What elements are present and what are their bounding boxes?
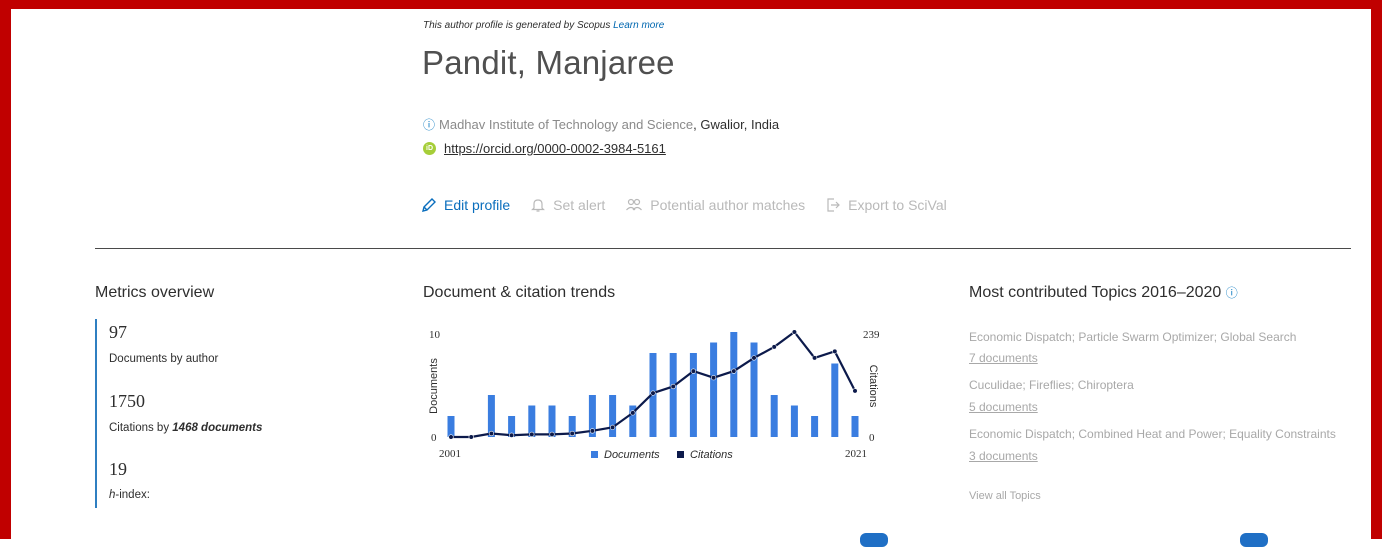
citations-point[interactable] — [630, 410, 636, 416]
trend-chart[interactable]: 10 0 239 0 2001 2021 Documents Citations… — [423, 322, 893, 477]
legend-documents-label: Documents — [604, 449, 660, 461]
documents-bar[interactable] — [447, 416, 455, 437]
hindex-label-rest: -index: — [115, 489, 150, 501]
topics-title: Most contributed Topics 2016–2020 ⓘ — [969, 284, 1238, 302]
potential-author-matches-button[interactable]: Potential author matches — [625, 197, 805, 213]
documents-bar[interactable] — [770, 395, 778, 437]
institution-link[interactable]: Madhav Institute of Technology and Scien… — [439, 117, 693, 132]
y2-tick-bottom: 0 — [869, 432, 875, 444]
export-label: Export to SciVal — [848, 197, 947, 213]
set-alert-button[interactable]: Set alert — [530, 197, 605, 213]
documents-bar[interactable] — [487, 395, 495, 437]
topics-title-text: Most contributed Topics 2016–2020 — [969, 284, 1222, 301]
citations-point[interactable] — [832, 348, 838, 354]
trend-chart-svg: 10 0 239 0 2001 2021 Documents Citations… — [428, 329, 880, 461]
citations-point[interactable] — [448, 434, 454, 440]
citations-count: 1750 — [109, 391, 145, 411]
citations-label-pre: Citations by — [109, 422, 173, 434]
documents-bar[interactable] — [811, 416, 819, 437]
citations-point[interactable] — [488, 430, 494, 437]
topic-3-name[interactable]: Economic Dispatch; Combined Heat and Pow… — [969, 427, 1336, 441]
citations-point[interactable] — [569, 430, 575, 437]
documents-bar[interactable] — [851, 416, 859, 437]
edit-profile-label: Edit profile — [444, 197, 511, 213]
bell-icon — [531, 199, 546, 212]
citations-documents-link[interactable]: 1468 documents — [172, 422, 262, 434]
set-alert-label: Set alert — [553, 197, 606, 213]
orcid-row: iD https://orcid.org/0000-0002-3984-5161 — [423, 141, 666, 156]
citations-point[interactable] — [589, 428, 595, 434]
x-tick-first: 2001 — [439, 448, 461, 460]
y-tick-bottom: 0 — [431, 432, 437, 444]
profile-actions: Edit profile Set alert Potential author … — [421, 197, 967, 213]
legend-documents-swatch — [591, 451, 598, 458]
people-icon — [626, 198, 643, 211]
trends-title: Document & citation trends — [423, 284, 616, 301]
topic-3-docs-link[interactable]: 3 documents — [969, 449, 1038, 463]
affiliation: ⓘ Madhav Institute of Technology and Scie… — [423, 116, 779, 133]
citations-point[interactable] — [771, 344, 777, 350]
affiliation-location: , Gwalior, India — [693, 117, 780, 132]
info-circle-icon[interactable]: ⓘ — [423, 118, 435, 132]
hindex-value: 19 — [109, 459, 127, 479]
legend-citations-swatch — [677, 451, 684, 458]
documents-bar[interactable] — [669, 353, 677, 437]
orcid-icon: iD — [423, 142, 436, 155]
metrics-overview-title: Metrics overview — [95, 284, 215, 301]
info-circle-icon[interactable]: ⓘ — [1226, 286, 1238, 300]
section-divider — [95, 248, 1351, 249]
documents-bar[interactable] — [710, 342, 718, 438]
bars-group — [447, 332, 859, 438]
topic-2-docs-link[interactable]: 5 documents — [969, 400, 1038, 414]
x-tick-last: 2021 — [845, 448, 867, 460]
documents-bar[interactable] — [689, 353, 697, 437]
info-toggle-button[interactable] — [860, 533, 888, 547]
y-axis-label: Documents — [428, 358, 440, 414]
citations-point[interactable] — [529, 431, 535, 437]
topic-1-name[interactable]: Economic Dispatch; Particle Swarm Optimi… — [969, 330, 1296, 344]
citations-point[interactable] — [549, 431, 555, 437]
metrics-panel: 97 Documents by author 1750 Citations by… — [95, 319, 327, 508]
info-toggle-button[interactable] — [1240, 533, 1268, 547]
y-tick-top: 10 — [429, 329, 441, 341]
orcid-link[interactable]: https://orcid.org/0000-0002-3984-5161 — [444, 141, 666, 156]
export-icon — [827, 198, 841, 212]
citations-point[interactable] — [670, 383, 676, 390]
citations-point[interactable] — [751, 355, 757, 361]
y2-tick-top: 239 — [863, 329, 880, 341]
citations-point[interactable] — [711, 375, 717, 381]
citations-point[interactable] — [690, 368, 697, 374]
documents-bar[interactable] — [831, 363, 839, 438]
documents-bar[interactable] — [609, 395, 617, 437]
citations-point[interactable] — [812, 355, 818, 361]
citations-point[interactable] — [650, 390, 656, 396]
legend-citations-label: Citations — [690, 449, 733, 461]
documents-count: 97 — [109, 322, 127, 342]
citations-point[interactable] — [731, 368, 737, 374]
author-name: Pandit, Manjaree — [422, 44, 675, 81]
view-all-topics-link[interactable]: View all Topics — [969, 490, 1041, 502]
hindex-label: h-index: — [109, 489, 150, 501]
citations-point[interactable] — [610, 424, 616, 430]
citations-point[interactable] — [508, 432, 515, 438]
citations-point[interactable] — [468, 434, 474, 440]
generated-text: This author profile is generated by Scop… — [423, 20, 611, 31]
documents-bar[interactable] — [790, 405, 798, 438]
profile-generated-note: This author profile is generated by Scop… — [423, 20, 664, 31]
topic-1-docs-link[interactable]: 7 documents — [969, 351, 1038, 365]
export-to-scival-button[interactable]: Export to SciVal — [825, 197, 947, 213]
learn-more-link[interactable]: Learn more — [613, 20, 664, 31]
pencil-icon — [422, 198, 436, 212]
documents-bar[interactable] — [730, 332, 738, 437]
topic-2-name[interactable]: Cuculidae; Fireflies; Chiroptera — [969, 378, 1134, 392]
citations-point[interactable] — [852, 388, 858, 394]
edit-profile-button[interactable]: Edit profile — [421, 197, 510, 213]
citations-point[interactable] — [791, 329, 798, 335]
y2-axis-label: Citations — [867, 365, 879, 408]
citations-label: Citations by 1468 documents — [109, 422, 262, 434]
potential-matches-label: Potential author matches — [650, 197, 806, 213]
documents-label: Documents by author — [109, 353, 219, 365]
